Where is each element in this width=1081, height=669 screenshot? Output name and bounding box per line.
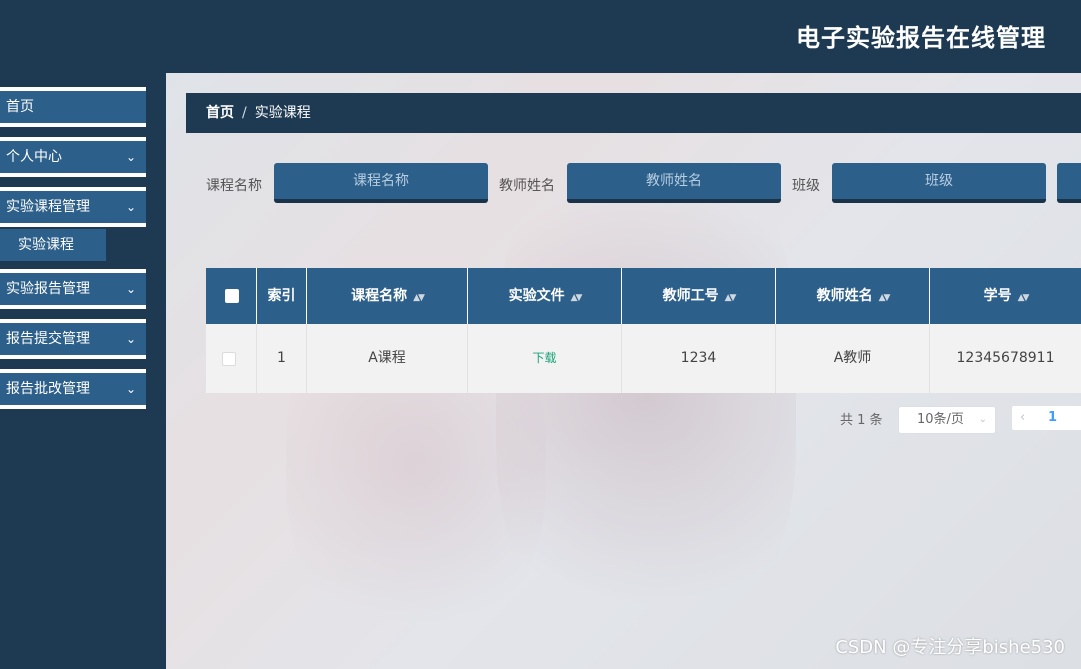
sort-icon[interactable]: ▲▼ xyxy=(571,293,583,303)
page-number-1[interactable]: 1 xyxy=(1048,406,1057,430)
cell-file: 下载 xyxy=(468,324,622,393)
course-name-input[interactable] xyxy=(274,163,488,203)
header-label: 学号 xyxy=(983,288,1012,304)
pager-nav: ‹ 1 › xyxy=(1012,406,1081,430)
breadcrumb-separator: / xyxy=(242,105,247,121)
sort-icon[interactable]: ▲▼ xyxy=(1018,293,1030,303)
header-label: 教师姓名 xyxy=(816,288,873,304)
table-row[interactable]: 1 A课程 下载 1234 A教师 12345678911 xyxy=(206,324,1081,393)
sort-icon[interactable]: ▲▼ xyxy=(879,293,891,303)
header-student-id[interactable]: 学号 ▲▼ xyxy=(930,268,1081,324)
page-size-select[interactable]: 10条/页 ⌄ xyxy=(898,406,996,434)
chevron-down-icon: ⌄ xyxy=(125,332,136,346)
select-all-header xyxy=(206,268,257,324)
submenu-item-courses[interactable]: 实验课程 xyxy=(0,229,106,261)
header-teacher-id[interactable]: 教师工号 ▲▼ xyxy=(622,268,776,324)
cell-student-id: 12345678911 xyxy=(956,350,1055,366)
app-title: 电子实验报告在线管理 xyxy=(796,24,1046,52)
chevron-down-icon: ⌄ xyxy=(125,282,136,296)
sidebar-item-grading-management[interactable]: 报告批改管理 ⌄ xyxy=(0,369,146,409)
class-label: 班级 xyxy=(792,178,820,194)
sort-icon[interactable]: ▲▼ xyxy=(413,293,425,303)
sort-icon[interactable]: ▲▼ xyxy=(725,293,737,303)
row-checkbox[interactable] xyxy=(222,352,236,366)
main-content: 首页 / 实验课程 课程名称 教师姓名 班级 索引 课程名称 ▲▼ 实验文件 ▲▼ 教师… xyxy=(166,73,1081,669)
header-course[interactable]: 课程名称 ▲▼ xyxy=(307,268,468,324)
header-label: 教师工号 xyxy=(662,288,719,304)
header-label: 课程名称 xyxy=(351,288,408,304)
header-teacher-name[interactable]: 教师姓名 ▲▼ xyxy=(776,268,930,324)
course-name-label: 课程名称 xyxy=(206,178,262,194)
breadcrumb-current: 实验课程 xyxy=(254,105,311,121)
page-size-value: 10条/页 xyxy=(917,412,964,427)
sidebar-item-label: 报告批改管理 xyxy=(6,381,90,397)
sidebar-item-label: 首页 xyxy=(6,99,34,115)
cell-teacher-id: 1234 xyxy=(622,324,776,393)
download-link[interactable]: 下载 xyxy=(532,351,556,365)
header-label: 实验文件 xyxy=(508,288,565,304)
class-input[interactable] xyxy=(832,163,1046,203)
chevron-down-icon: ⌄ xyxy=(125,200,136,214)
sidebar-item-label: 实验报告管理 xyxy=(6,281,90,297)
cell-teacher-name: A教师 xyxy=(776,324,930,393)
top-bar: 电子实验报告在线管理 xyxy=(0,0,1081,73)
sidebar: 首页 个人中心 ⌄ 实验课程管理 ⌄ 实验课程 实验报告管理 ⌄ 报告提交管理 … xyxy=(0,73,166,669)
sidebar-item-personal-center[interactable]: 个人中心 ⌄ xyxy=(0,137,146,177)
sidebar-item-submission-management[interactable]: 报告提交管理 ⌄ xyxy=(0,319,146,359)
header-file[interactable]: 实验文件 ▲▼ xyxy=(468,268,622,324)
cell-index: 1 xyxy=(257,324,307,393)
chevron-down-icon: ⌄ xyxy=(978,414,987,425)
breadcrumb-home[interactable]: 首页 xyxy=(206,105,234,121)
cell-course: A课程 xyxy=(307,324,468,393)
watermark: CSDN @专注分享bishe530 xyxy=(835,637,1065,658)
sidebar-item-report-management[interactable]: 实验报告管理 ⌄ xyxy=(0,269,146,309)
chevron-down-icon: ⌄ xyxy=(125,150,136,164)
chevron-down-icon: ⌄ xyxy=(125,382,136,396)
sidebar-item-home[interactable]: 首页 xyxy=(0,87,146,127)
sidebar-item-course-management[interactable]: 实验课程管理 ⌄ xyxy=(0,187,146,227)
sidebar-item-label: 报告提交管理 xyxy=(6,331,90,347)
teacher-name-label: 教师姓名 xyxy=(499,178,555,194)
teacher-name-input[interactable] xyxy=(567,163,781,203)
search-button[interactable] xyxy=(1057,163,1081,203)
header-index: 索引 xyxy=(257,268,307,324)
row-select-cell xyxy=(206,324,257,393)
prev-page-button[interactable]: ‹ xyxy=(1020,406,1025,430)
sidebar-item-label: 个人中心 xyxy=(6,149,62,165)
submenu-item-label: 实验课程 xyxy=(18,237,74,253)
table-header: 索引 课程名称 ▲▼ 实验文件 ▲▼ 教师工号 ▲▼ 教师姓名 ▲▼ 学号 ▲▼ xyxy=(206,268,1081,324)
sidebar-item-label: 实验课程管理 xyxy=(6,199,90,215)
header-label: 索引 xyxy=(267,288,296,304)
pager-total: 共 1 条 xyxy=(840,413,883,428)
background-image xyxy=(496,133,796,653)
select-all-checkbox[interactable] xyxy=(225,289,239,303)
breadcrumb: 首页 / 实验课程 xyxy=(186,93,1081,133)
